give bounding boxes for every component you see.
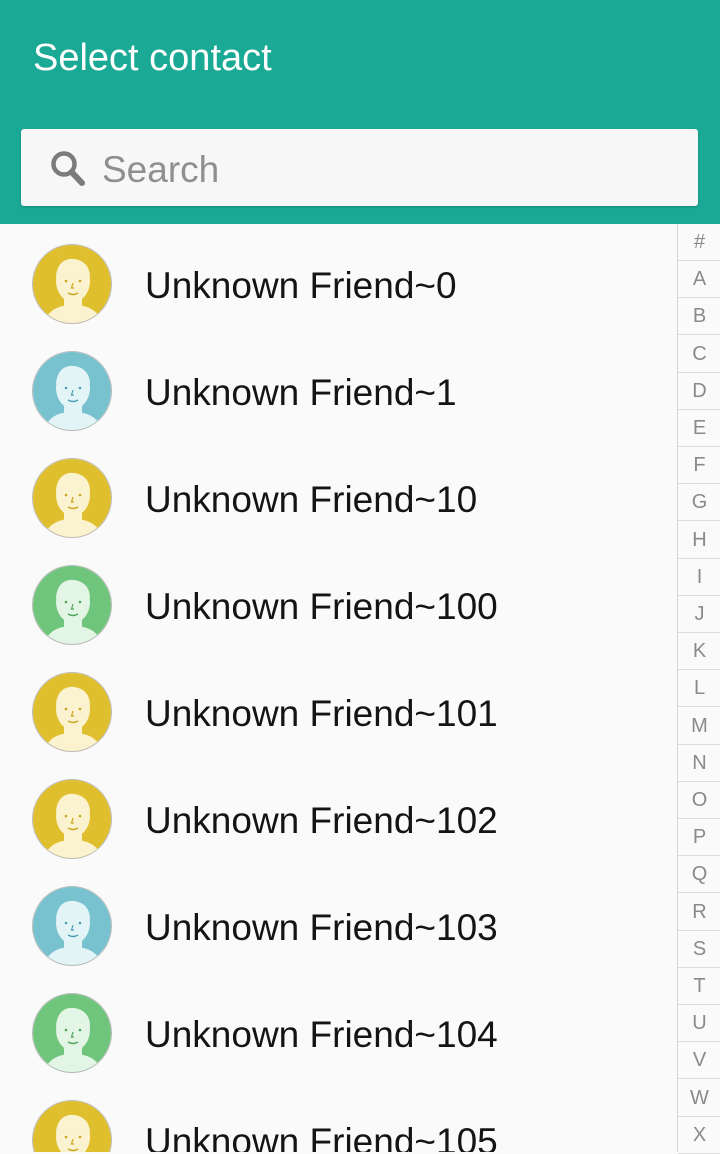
index-letter[interactable]: X	[678, 1117, 720, 1154]
index-letter[interactable]: V	[678, 1042, 720, 1080]
contact-row[interactable]: Unknown Friend~104	[0, 973, 676, 1080]
search-icon	[51, 151, 85, 186]
page-title: Select contact	[33, 37, 272, 79]
index-letter[interactable]: I	[678, 559, 720, 596]
index-letter[interactable]: M	[678, 708, 720, 745]
index-letter[interactable]: S	[678, 931, 720, 968]
contact-avatar-icon	[32, 886, 112, 966]
index-letter[interactable]: L	[678, 670, 720, 708]
contact-row[interactable]: Unknown Friend~100	[0, 545, 676, 652]
contact-name: Unknown Friend~103	[145, 907, 498, 948]
index-letter[interactable]: C	[678, 336, 720, 373]
index-letter[interactable]: N	[678, 745, 720, 782]
index-letter[interactable]: A	[678, 261, 720, 299]
contact-avatar-icon	[32, 1100, 112, 1152]
contact-name: Unknown Friend~100	[145, 586, 498, 627]
index-letter[interactable]: F	[678, 447, 720, 485]
index-letter[interactable]: D	[678, 373, 720, 410]
index-letter[interactable]: #	[678, 224, 720, 261]
index-letter[interactable]: H	[678, 522, 720, 559]
index-letter[interactable]: W	[678, 1080, 720, 1117]
contact-avatar-icon	[32, 779, 112, 859]
index-letter[interactable]: U	[678, 1005, 720, 1043]
contact-row[interactable]: Unknown Friend~10	[0, 438, 676, 545]
contact-row[interactable]: Unknown Friend~105	[0, 1080, 676, 1152]
index-letter[interactable]: J	[678, 596, 720, 633]
contact-name: Unknown Friend~1	[145, 372, 457, 413]
index-letter[interactable]: K	[678, 633, 720, 671]
index-letter[interactable]: G	[678, 484, 720, 522]
contact-avatar-icon	[32, 993, 112, 1073]
index-letter[interactable]: R	[678, 894, 720, 931]
index-letter[interactable]: O	[678, 782, 720, 819]
contact-row[interactable]: Unknown Friend~102	[0, 759, 676, 866]
contact-avatar-icon	[32, 244, 112, 324]
contact-list[interactable]: Unknown Friend~0 Unknown Friend~1 Unknown …	[0, 224, 676, 1152]
contact-name: Unknown Friend~0	[145, 265, 457, 306]
contact-avatar-icon	[32, 351, 112, 431]
index-letter[interactable]: P	[678, 819, 720, 857]
contact-name: Unknown Friend~10	[145, 479, 478, 520]
index-letter[interactable]: B	[678, 298, 720, 336]
alphabet-index-bar[interactable]: # A B C D E F G H I J K L M N O P Q R S T U V W X	[677, 224, 720, 1154]
contact-name: Unknown Friend~102	[145, 800, 498, 841]
index-letter[interactable]: T	[678, 968, 720, 1005]
contact-name: Unknown Friend~105	[145, 1121, 498, 1152]
contact-row[interactable]: Unknown Friend~0	[0, 224, 676, 331]
contact-row[interactable]: Unknown Friend~101	[0, 652, 676, 759]
contact-name: Unknown Friend~101	[145, 693, 498, 734]
contact-avatar-icon	[32, 672, 112, 752]
contact-row[interactable]: Unknown Friend~103	[0, 866, 676, 973]
index-letter[interactable]: E	[678, 410, 720, 447]
search-placeholder: Search	[102, 149, 220, 190]
contact-avatar-icon	[32, 458, 112, 538]
contact-row[interactable]: Unknown Friend~1	[0, 331, 676, 438]
contact-name: Unknown Friend~104	[145, 1014, 498, 1055]
index-letter[interactable]: Q	[678, 856, 720, 894]
contact-avatar-icon	[32, 565, 112, 645]
